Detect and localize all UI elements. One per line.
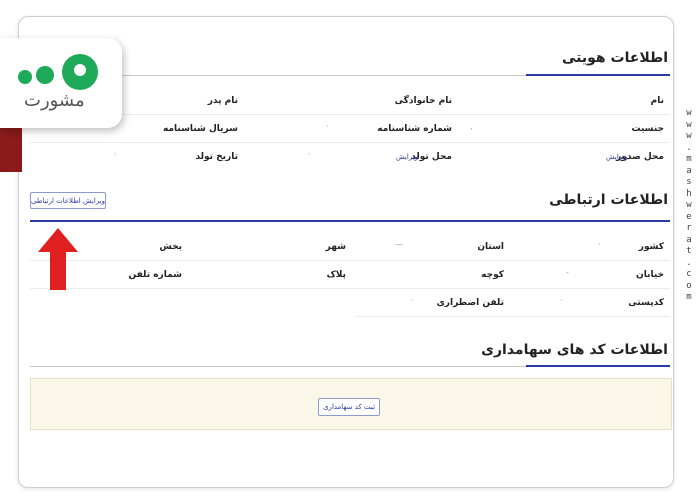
watermark-char: s xyxy=(686,177,692,187)
label-city: شهر xyxy=(325,242,346,252)
register-stock-code-button[interactable]: ثبت کد سهامداری xyxy=(318,398,380,416)
label-name: نام xyxy=(650,96,664,106)
label-postal: کدپستی xyxy=(628,298,664,308)
label-father: نام پدر xyxy=(207,96,238,106)
identity-row-divider-1 xyxy=(30,114,670,115)
label-alley: کوچه xyxy=(481,270,504,280)
label-plate: پلاک xyxy=(326,270,346,280)
edit-contact-button[interactable]: ویرایش اطلاعات ارتباطی xyxy=(30,192,106,209)
watermark-char: t xyxy=(686,246,692,256)
contact-row-divider-2 xyxy=(30,288,670,289)
watermark-char: w xyxy=(686,131,692,141)
stock-divider xyxy=(30,366,526,367)
identity-row-divider-2 xyxy=(30,142,670,143)
watermark-char: a xyxy=(686,234,692,245)
watermark-char: m xyxy=(686,292,692,302)
contact-title-underline xyxy=(30,220,670,222)
label-family: نام خانوادگی xyxy=(394,96,452,106)
label-emergency: تلفن اضطراری xyxy=(436,298,504,308)
label-id-serial: سریال شناسنامه xyxy=(163,124,238,134)
label-street: خیابان xyxy=(636,270,664,280)
identity-title-underline xyxy=(526,74,670,76)
label-province: استان xyxy=(477,242,504,252)
watermark-char: . xyxy=(686,257,692,268)
emergency-value: · xyxy=(411,296,414,305)
watermark-char: m xyxy=(686,154,692,164)
logo-text: مشورت xyxy=(24,90,85,111)
stock-title: اطلاعات کد های سهامداری xyxy=(481,342,668,358)
gender-value: , xyxy=(470,122,473,131)
contact-row-divider-3 xyxy=(356,316,670,317)
watermark-char: r xyxy=(686,223,692,233)
postal-value: · xyxy=(560,296,563,305)
label-id-number: شماره شناسنامه xyxy=(377,124,452,134)
watermark-char: w xyxy=(686,119,692,130)
label-birth-date: تاریخ تولد xyxy=(195,152,238,162)
contact-title: اطلاعات ارتباطی xyxy=(549,192,668,208)
watermark-char: e xyxy=(686,211,692,222)
identity-title: اطلاعات هویتی xyxy=(562,50,668,66)
birth-date-value: · xyxy=(114,150,117,159)
watermark-char: h xyxy=(686,188,692,199)
street-value: - xyxy=(566,268,569,277)
watermark-url: www.mashwerat.com xyxy=(683,108,695,304)
watermark-char: . xyxy=(686,142,692,153)
watermark-char: w xyxy=(686,108,692,118)
label-gender: جنسیت xyxy=(631,124,664,134)
watermark-char: c xyxy=(686,269,692,279)
watermark-char: a xyxy=(686,165,692,176)
brand-logo: مشورت xyxy=(0,38,122,128)
birth-place-edit-link[interactable]: ویرایش xyxy=(396,153,418,161)
id-number-value: · xyxy=(326,122,329,131)
watermark-char: o xyxy=(686,280,692,291)
contact-row-divider-1 xyxy=(30,260,670,261)
red-up-arrow-icon xyxy=(38,228,78,290)
birth-place-value: · xyxy=(308,150,311,159)
label-country: کشور xyxy=(638,242,664,252)
logo-dot-inner xyxy=(74,64,86,76)
logo-dot-small xyxy=(18,70,32,84)
label-phone: شماره تلفن xyxy=(128,270,182,280)
stock-title-underline xyxy=(526,365,670,367)
watermark-char: w xyxy=(686,200,692,210)
logo-dot-medium xyxy=(36,66,54,84)
province-value: — xyxy=(395,240,403,249)
issue-place-edit-link[interactable]: ویرایش xyxy=(606,153,628,161)
label-district: بخش xyxy=(159,242,182,252)
country-value: · xyxy=(598,240,601,249)
